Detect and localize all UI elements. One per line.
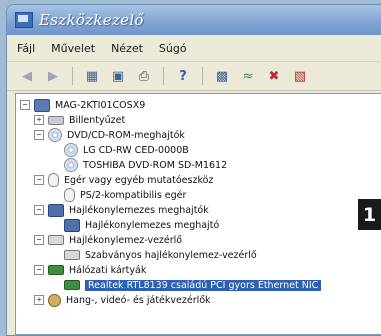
tree-item[interactable]: − Egér vagy egyéb mutatóeszköz — [34, 173, 213, 187]
toolbar: ◀ ▶ ▦ ▣ ⎙ ? ▩ ≈ ✖ ▧ — [7, 62, 381, 91]
tree-item[interactable]: − Hajlékonylemezes meghajtók — [34, 203, 209, 217]
update-icon[interactable]: ≈ — [238, 66, 258, 86]
tree-item-label: Egér vagy egyéb mutatóeszköz — [64, 174, 214, 186]
menu-help[interactable]: Súgó — [159, 42, 187, 55]
step-number-badge: 1 — [358, 199, 381, 230]
tree-item[interactable]: Szabványos hajlékonylemez-vezérlő — [64, 248, 257, 262]
floppy-icon — [48, 203, 64, 217]
tree-item[interactable]: + Billentyűzet — [34, 113, 125, 127]
tree-item-label: PS/2-kompatibilis egér — [80, 189, 187, 201]
floppy-icon — [64, 218, 80, 232]
uninstall-icon[interactable]: ✖ — [264, 66, 284, 86]
controller-icon — [64, 250, 80, 260]
collapse-icon[interactable]: − — [34, 235, 44, 245]
tree-item-label: DVD/CD-ROM-meghajtók — [67, 129, 185, 141]
device-tree[interactable]: − MAG-2KTI01COSX9 + Billentyűzet − DVD/C… — [15, 93, 381, 335]
expand-icon[interactable]: + — [34, 115, 44, 125]
sound-icon — [48, 293, 61, 307]
network-card-icon — [64, 280, 80, 290]
help-icon[interactable]: ? — [173, 66, 193, 86]
tree-item-label: Billentyűzet — [69, 114, 126, 126]
back-icon[interactable]: ◀ — [17, 66, 37, 86]
collapse-icon[interactable]: − — [34, 175, 44, 185]
tree-item-label: Hajlékonylemezes meghajtók — [69, 204, 209, 216]
network-card-icon — [48, 265, 64, 275]
tree-root[interactable]: − MAG-2KTI01COSX9 — [20, 98, 145, 112]
tree-item[interactable]: − Hálózati kártyák — [34, 263, 146, 277]
properties-icon[interactable]: ▦ — [82, 66, 102, 86]
tree-item-label: Hálózati kártyák — [69, 264, 147, 276]
tree-item-label: Hajlékonylemezes meghajtó — [85, 219, 220, 231]
menu-action[interactable]: Művelet — [51, 42, 95, 55]
disc-icon — [64, 158, 78, 172]
tree-item[interactable]: LG CD-RW CED-0000B — [64, 143, 189, 157]
scan-icon[interactable]: ▩ — [212, 66, 232, 86]
tree-item-label: Hajlékonylemez-vezérlő — [69, 234, 183, 246]
tree-root-label: MAG-2KTI01COSX9 — [55, 99, 146, 111]
toolbar-separator — [72, 67, 73, 85]
tree-item-label: Realtek RTL8139 családú PCI gyors Ethern… — [85, 279, 322, 291]
disc-icon — [48, 128, 62, 142]
tree-item-label: LG CD-RW CED-0000B — [83, 144, 189, 156]
remove-icon[interactable]: ▧ — [290, 66, 310, 86]
menu-view[interactable]: Nézet — [111, 42, 143, 55]
computer-icon[interactable]: ▣ — [108, 66, 128, 86]
controller-icon — [48, 235, 64, 245]
menu-file[interactable]: Fájl — [17, 42, 35, 55]
tree-item[interactable]: + Hang-, videó- és játékvezérlők — [34, 293, 211, 307]
print-icon[interactable]: ⎙ — [134, 66, 154, 86]
tree-item-label: Hang-, videó- és játékvezérlők — [66, 294, 211, 306]
mouse-icon — [64, 188, 75, 202]
collapse-icon[interactable]: − — [34, 265, 44, 275]
tree-item[interactable]: Hajlékonylemezes meghajtó — [64, 218, 219, 232]
toolbar-separator — [163, 67, 164, 85]
keyboard-icon — [48, 115, 64, 125]
toolbar-separator — [202, 67, 203, 85]
expand-icon[interactable]: + — [34, 295, 44, 305]
tree-item-label: Szabványos hajlékonylemez-vezérlő — [85, 249, 257, 261]
collapse-icon[interactable]: − — [34, 205, 44, 215]
tree-item[interactable]: − DVD/CD-ROM-meghajtók — [34, 128, 185, 142]
device-manager-window: Eszközkezelő Fájl Művelet Nézet Súgó ◀ ▶… — [6, 4, 381, 336]
tree-item-label: TOSHIBA DVD-ROM SD-M1612 — [83, 159, 228, 171]
mouse-icon — [48, 173, 59, 187]
collapse-icon[interactable]: − — [20, 100, 30, 110]
tree-item[interactable]: − Hajlékonylemez-vezérlő — [34, 233, 182, 247]
tree-item[interactable]: TOSHIBA DVD-ROM SD-M1612 — [64, 158, 227, 172]
forward-icon[interactable]: ▶ — [43, 66, 63, 86]
device-manager-icon — [15, 12, 33, 28]
collapse-icon[interactable]: − — [34, 130, 44, 140]
window-title: Eszközkezelő — [39, 11, 144, 29]
title-bar[interactable]: Eszközkezelő — [7, 5, 381, 35]
tree-item[interactable]: PS/2-kompatibilis egér — [64, 188, 186, 202]
tree-item-selected[interactable]: Realtek RTL8139 családú PCI gyors Ethern… — [64, 278, 322, 292]
disc-icon — [64, 143, 78, 157]
menu-bar: Fájl Művelet Nézet Súgó — [7, 35, 381, 62]
computer-icon — [34, 98, 50, 112]
